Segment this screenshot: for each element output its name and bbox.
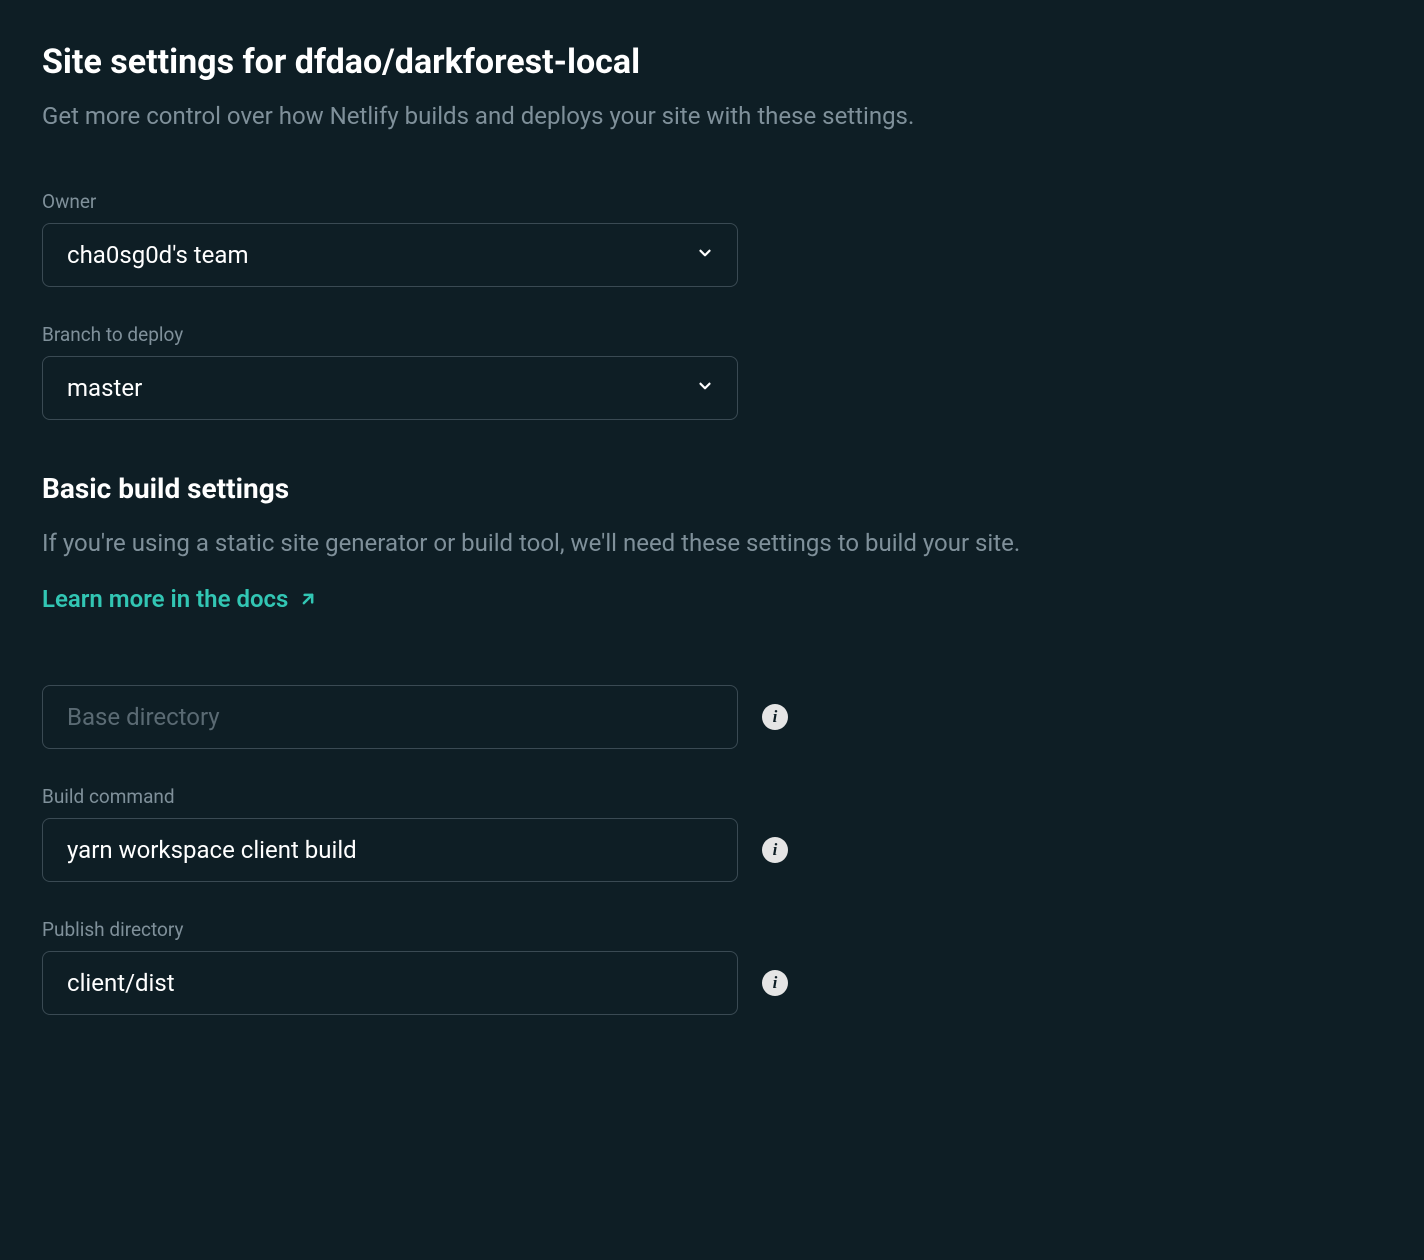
owner-select-wrapper: cha0sg0d's team (42, 223, 738, 287)
docs-link[interactable]: Learn more in the docs (42, 585, 318, 613)
info-icon-glyph: i (773, 840, 778, 860)
build-command-input[interactable] (42, 818, 738, 882)
branch-select[interactable]: master (42, 356, 738, 420)
page-subtitle: Get more control over how Netlify builds… (42, 102, 1382, 130)
owner-label: Owner (42, 190, 1382, 213)
docs-link-text: Learn more in the docs (42, 585, 288, 613)
build-section-title: Basic build settings (42, 472, 1382, 505)
build-section-subtitle: If you're using a static site generator … (42, 525, 1382, 561)
info-icon[interactable]: i (762, 970, 788, 996)
branch-select-wrapper: master (42, 356, 738, 420)
page-title: Site settings for dfdao/darkforest-local (42, 42, 1382, 82)
owner-select[interactable]: cha0sg0d's team (42, 223, 738, 287)
build-command-row: i (42, 818, 1382, 882)
external-link-icon (298, 589, 318, 609)
info-icon[interactable]: i (762, 837, 788, 863)
publish-directory-group: Publish directory i (42, 918, 1382, 1015)
build-command-group: Build command i (42, 785, 1382, 882)
publish-directory-row: i (42, 951, 1382, 1015)
info-icon-glyph: i (773, 973, 778, 993)
info-icon-glyph: i (773, 707, 778, 727)
branch-label: Branch to deploy (42, 323, 1382, 346)
build-command-label: Build command (42, 785, 1382, 808)
base-directory-input[interactable] (42, 685, 738, 749)
publish-directory-label: Publish directory (42, 918, 1382, 941)
branch-field-group: Branch to deploy master (42, 323, 1382, 420)
publish-directory-input[interactable] (42, 951, 738, 1015)
base-directory-row: i (42, 685, 1382, 749)
owner-field-group: Owner cha0sg0d's team (42, 190, 1382, 287)
info-icon[interactable]: i (762, 704, 788, 730)
